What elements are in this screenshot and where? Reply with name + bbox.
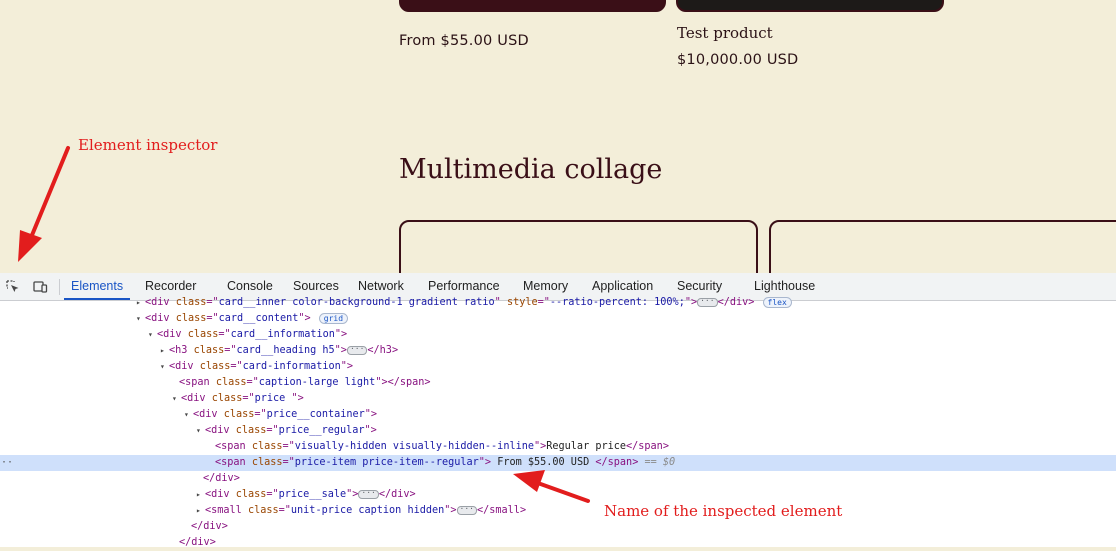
dom-tree: ▸ <div class="card__inner color-backgroun…	[0, 296, 1116, 548]
dom-node[interactable]: ▸ <div class="price__sale"> ··· </div>	[0, 487, 1116, 503]
section-heading: Multimedia collage	[399, 154, 663, 185]
dom-node[interactable]: ▾ <div class="price ">	[0, 391, 1116, 407]
devtools-panel: Elements Recorder Console Sources Networ…	[0, 273, 1116, 548]
dom-node[interactable]: </div>	[0, 519, 1116, 535]
selected-node-marker: == $0	[644, 457, 676, 468]
dom-node[interactable]: </div>	[0, 471, 1116, 487]
toolbar-divider	[59, 279, 60, 295]
collage-card[interactable]	[769, 220, 1116, 273]
collage-card[interactable]	[399, 220, 758, 273]
product-card-image[interactable]	[676, 0, 944, 12]
selected-dom-node[interactable]: ·· <span class="price-item price-item--re…	[0, 455, 1116, 471]
dom-node[interactable]: ▾ <div class="price__container">	[0, 407, 1116, 423]
collapsed-content-icon[interactable]: ···	[697, 296, 718, 307]
annotation-element-inspector: Element inspector	[78, 136, 218, 154]
dom-node[interactable]: ▾ <div class="card__content"> grid	[0, 311, 1116, 327]
dom-node[interactable]: </div>	[0, 535, 1116, 551]
dom-node[interactable]: ▸ <small class="unit-price caption hidden…	[0, 503, 1116, 519]
product-title[interactable]: Test product	[677, 24, 773, 42]
annotation-inspected-element: Name of the inspected element	[604, 502, 843, 520]
dom-node[interactable]: ▾ <div class="price__regular">	[0, 423, 1116, 439]
element-inspector-icon[interactable]	[5, 279, 21, 295]
dom-node[interactable]: <span class="caption-large light"></span…	[0, 375, 1116, 391]
collapsed-content-icon[interactable]: ···	[358, 488, 379, 499]
dom-node[interactable]: ▾ <div class="card__information">	[0, 327, 1116, 343]
layout-badge[interactable]: flex	[762, 296, 792, 308]
collapsed-content-icon[interactable]: ···	[456, 504, 477, 515]
product-price: $10,000.00 USD	[677, 52, 799, 68]
dom-node[interactable]: ▾ <div class="card-information">	[0, 359, 1116, 375]
device-toolbar-icon[interactable]	[32, 279, 48, 295]
more-options-icon[interactable]: ··	[1, 455, 13, 471]
dom-node[interactable]: ▸ <div class="card__inner color-backgroun…	[0, 295, 1116, 311]
product-card-image[interactable]	[399, 0, 666, 12]
product-price: From $55.00 USD	[399, 33, 529, 49]
collapsed-content-icon[interactable]: ···	[346, 344, 368, 355]
dom-node[interactable]: ▸ <h3 class="card__heading h5"> ··· </h3>	[0, 343, 1116, 359]
layout-badge[interactable]: grid	[318, 312, 349, 324]
dom-node[interactable]: <span class="visually-hidden visually-hi…	[0, 439, 1116, 455]
